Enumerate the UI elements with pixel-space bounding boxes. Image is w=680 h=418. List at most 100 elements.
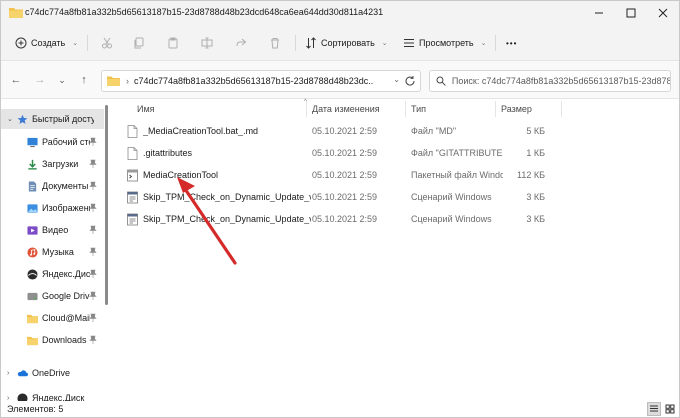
nav-label: Быстрый доступ <box>32 114 94 124</box>
up-button[interactable]: ↑ <box>77 73 91 87</box>
address-bar[interactable]: › c74dc774a8fb81a332b5d65613187b15-23d87… <box>101 70 421 92</box>
share-button[interactable] <box>235 34 247 52</box>
nav-item-videos[interactable]: Видео <box>1 220 101 240</box>
videos-icon <box>27 225 38 235</box>
forward-button[interactable]: → <box>33 73 47 87</box>
pin-icon <box>89 137 97 146</box>
pin-icon <box>89 181 97 190</box>
nav-item-pictures[interactable]: Изображения <box>1 198 101 218</box>
address-path: c74dc774a8fb81a332b5d65613187b15-23d8788… <box>134 76 374 86</box>
file-row[interactable]: Skip_TPM_Check_on_Dynamic_Update_v2 05.1… <box>113 209 673 230</box>
recent-locations-button[interactable]: ⌄ <box>55 73 69 87</box>
folder-icon <box>27 336 38 345</box>
pin-icon <box>89 247 97 256</box>
chevron-down-icon: ⌄ <box>58 74 66 85</box>
nav-label: Google Drive <box>42 291 90 301</box>
file-name: MediaCreationTool <box>143 170 219 180</box>
column-header-name[interactable]: Имя <box>137 99 307 119</box>
copy-icon <box>134 37 144 49</box>
file-row[interactable]: _MediaCreationTool.bat_.md 05.10.2021 2:… <box>113 121 673 142</box>
nav-item-yandex-disk[interactable]: Яндекс.Диск <box>1 264 101 284</box>
star-icon <box>17 114 28 124</box>
file-name: .gitattributes <box>143 148 193 158</box>
nav-scrollbar[interactable] <box>104 101 108 391</box>
paste-button[interactable] <box>167 34 179 52</box>
chevron-down-icon[interactable]: ⌄ <box>393 75 400 84</box>
column-divider[interactable] <box>495 101 496 117</box>
view-label: Просмотреть <box>419 38 474 48</box>
folder-icon <box>107 76 120 86</box>
back-button[interactable]: ← <box>9 73 23 87</box>
file-date: 05.10.2021 2:59 <box>312 148 378 158</box>
pictures-icon <box>27 203 38 213</box>
rename-button[interactable] <box>201 34 213 52</box>
nav-item-music[interactable]: Музыка <box>1 242 101 262</box>
file-date: 05.10.2021 2:59 <box>312 126 378 136</box>
tiles-view-button[interactable] <box>663 402 677 416</box>
column-header-type[interactable]: Тип <box>411 99 499 119</box>
maximize-button[interactable] <box>615 1 647 25</box>
nav-label: Музыка <box>42 247 74 257</box>
search-icon <box>436 76 446 86</box>
file-date: 05.10.2021 2:59 <box>312 192 378 202</box>
copy-button[interactable] <box>133 34 145 52</box>
column-header-size[interactable]: Размер <box>501 99 561 119</box>
file-type: Сценарий Windows <box>411 192 492 202</box>
nav-item-downloads-folder[interactable]: Downloads <box>1 330 101 350</box>
nav-label: OneDrive <box>32 368 71 378</box>
desktop-icon <box>27 137 38 147</box>
chevron-right-icon: › <box>126 76 129 86</box>
file-row[interactable]: .gitattributes 05.10.2021 2:59 Файл "GIT… <box>113 143 673 164</box>
nav-item-cloud-mail[interactable]: Cloud@Mail.Ru <box>1 308 101 328</box>
file-row[interactable]: MediaCreationTool 05.10.2021 2:59 Пакетн… <box>113 165 673 186</box>
title-bar[interactable]: c74dc774a8fb81a332b5d65613187b15-23d8788… <box>1 1 679 25</box>
pin-icon <box>89 313 97 322</box>
details-view-button[interactable] <box>647 402 661 416</box>
column-divider[interactable] <box>405 101 406 117</box>
sort-icon <box>306 37 316 49</box>
nav-item-google-drive[interactable]: Google Drive <box>1 286 101 306</box>
more-icon: ••• <box>506 38 518 48</box>
nav-item-documents[interactable]: Документы <box>1 176 101 196</box>
file-date: 05.10.2021 2:59 <box>312 214 378 224</box>
file-row[interactable]: Skip_TPM_Check_on_Dynamic_Update_v1 05.1… <box>113 187 673 208</box>
chevron-down-icon[interactable]: ⌄ <box>7 115 15 123</box>
new-button[interactable]: Создать ⌄ <box>15 34 78 52</box>
nav-label: Видео <box>42 225 69 235</box>
divider <box>87 35 88 51</box>
file-size: 3 КБ <box>526 214 545 224</box>
sort-button[interactable]: Сортировать ⌄ <box>305 34 388 52</box>
nav-label: Загрузки <box>42 159 79 169</box>
more-options-button[interactable]: ••• <box>506 34 517 52</box>
scrollbar-thumb[interactable] <box>105 105 108 305</box>
document-icon <box>127 125 138 138</box>
column-divider[interactable] <box>561 101 562 117</box>
view-button[interactable]: Просмотреть ⌄ <box>403 34 487 52</box>
close-button[interactable] <box>647 1 679 25</box>
nav-onedrive[interactable]: › OneDrive <box>1 363 101 383</box>
column-divider[interactable] <box>306 101 307 117</box>
new-label: Создать <box>31 38 66 48</box>
document-icon <box>127 147 138 160</box>
chevron-right-icon[interactable]: › <box>7 370 15 377</box>
delete-button[interactable] <box>269 34 281 52</box>
search-placeholder: Поиск: c74dc774a8fb81a332b5d65613187b15-… <box>451 76 670 86</box>
minimize-button[interactable] <box>583 1 615 25</box>
search-box[interactable]: Поиск: c74dc774a8fb81a332b5d65613187b15-… <box>429 70 671 92</box>
nav-item-downloads[interactable]: Загрузки <box>1 154 101 174</box>
share-icon <box>236 38 247 47</box>
arrow-left-icon: ← <box>10 74 22 86</box>
column-header-date[interactable]: Дата изменения <box>312 99 406 119</box>
folder-icon <box>27 314 38 323</box>
cut-button[interactable] <box>101 34 113 52</box>
tiles-view-icon <box>665 404 675 414</box>
nav-item-desktop[interactable]: Рабочий стол <box>1 132 101 152</box>
nav-label: Документы <box>42 181 89 191</box>
nav-yandex-disk-root[interactable]: › Яндекс.Диск <box>1 388 101 401</box>
nav-label: Яндекс.Диск <box>32 393 85 401</box>
refresh-icon[interactable] <box>404 75 416 87</box>
column-label: Размер <box>501 104 532 114</box>
divider <box>495 35 496 51</box>
close-icon <box>658 8 668 18</box>
nav-quick-access[interactable]: ⌄ Быстрый доступ <box>1 109 104 129</box>
